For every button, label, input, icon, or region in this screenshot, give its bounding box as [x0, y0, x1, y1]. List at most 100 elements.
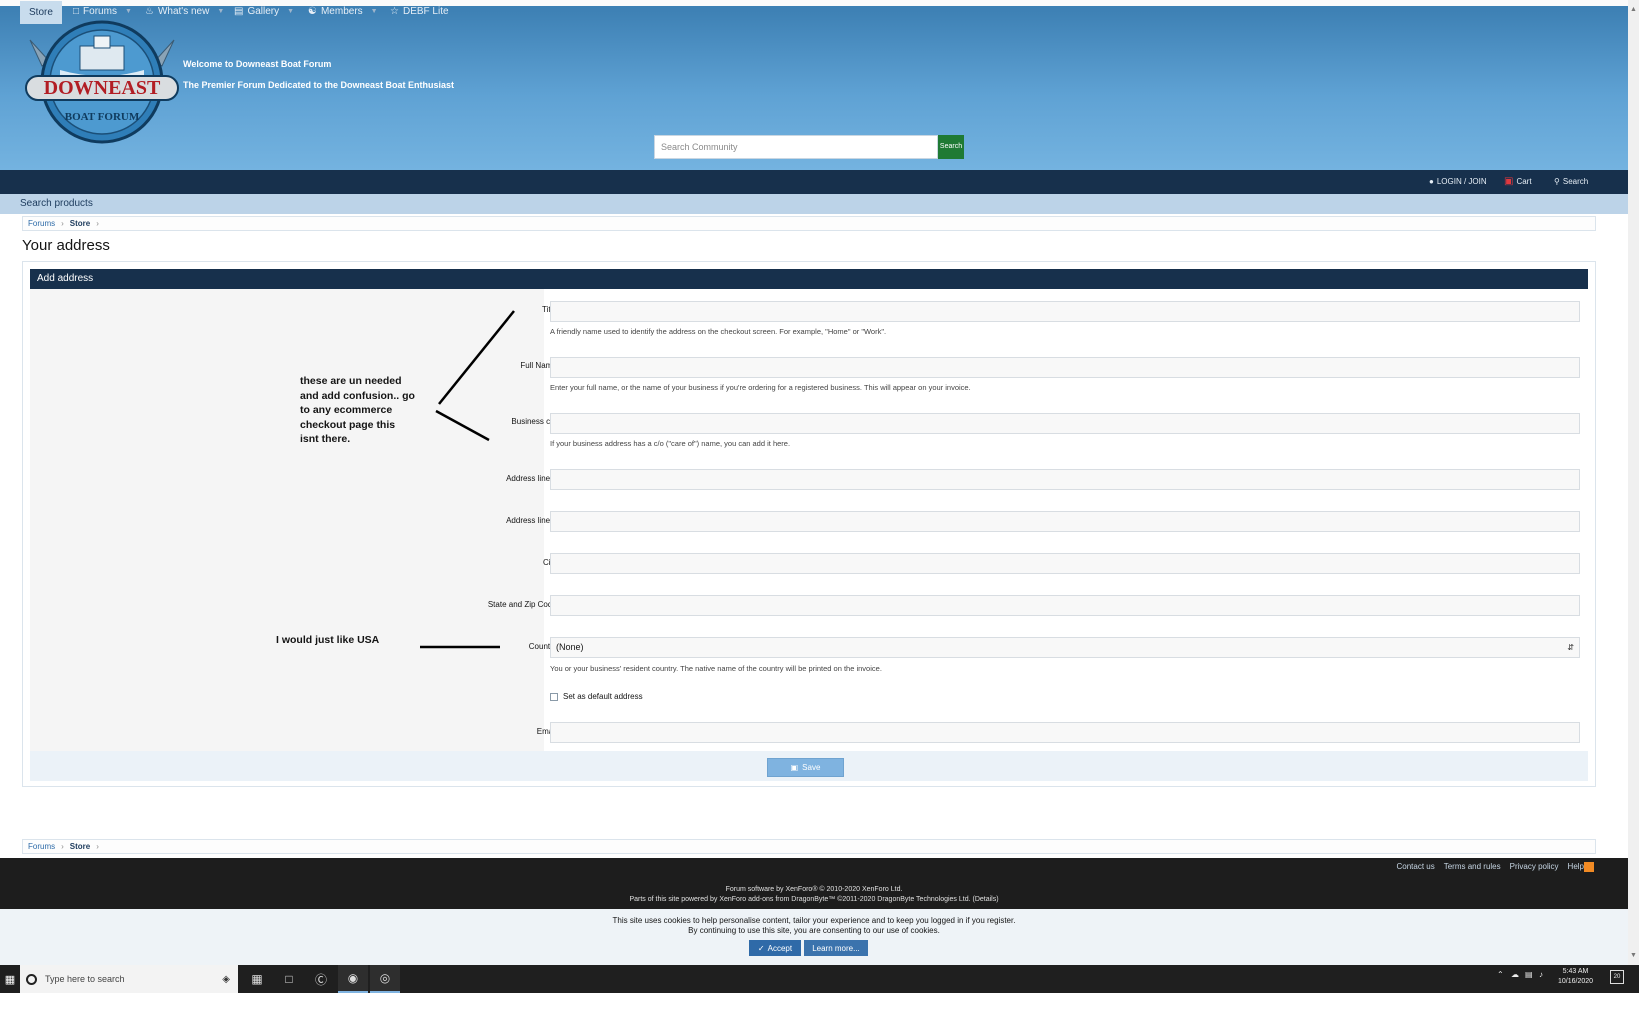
chevron-down-icon[interactable]: ▼	[217, 0, 224, 24]
business-co-input[interactable]	[550, 413, 1580, 434]
country-hint: You or your business' resident country. …	[550, 664, 882, 673]
accept-label: Accept	[767, 943, 793, 953]
annotation-note-line: these are un needed	[300, 375, 402, 387]
tagline-premier: The Premier Forum Dedicated to the Downe…	[183, 80, 455, 90]
nav-tab-store[interactable]: Store	[20, 1, 62, 24]
default-address-checkbox[interactable]	[550, 692, 558, 701]
city-input[interactable]	[550, 553, 1580, 574]
cart-label: Cart	[1516, 177, 1532, 186]
tagline-welcome: Welcome to Downeast Boat Forum	[183, 59, 332, 69]
footer-link-contact[interactable]: Contact us	[1396, 862, 1434, 871]
nav-tab-members[interactable]: ☯ Members ▼	[308, 0, 378, 24]
scroll-up-icon[interactable]: ▲	[1628, 4, 1639, 16]
form-header: Add address	[30, 269, 1588, 289]
store-subnav: Search products	[0, 194, 1628, 214]
footer-link-help[interactable]: Help	[1568, 862, 1584, 871]
breadcrumb-forums[interactable]: Forums	[28, 217, 55, 230]
clock-time: 5:43 AM	[1562, 968, 1589, 975]
save-label: Save	[802, 763, 821, 772]
file-explorer-icon[interactable]: □	[274, 965, 304, 993]
bell-icon: ♨	[145, 6, 154, 17]
copyright-dragonbyte: Parts of this site powered by XenForo ad…	[629, 896, 999, 903]
breadcrumb: Forums › Store ›	[22, 216, 1596, 231]
nav-tab-gallery[interactable]: ▤ Gallery ▼	[234, 0, 294, 24]
footer-links: Contact us Terms and rules Privacy polic…	[1396, 862, 1584, 871]
chevron-down-icon[interactable]: ▼	[371, 0, 378, 24]
edge-browser-icon[interactable]: Ⓒ	[306, 965, 336, 993]
main-nav	[0, 170, 1628, 194]
default-address-label[interactable]: Set as default address	[563, 692, 643, 701]
label-column	[30, 289, 544, 751]
breadcrumb-store[interactable]: Store	[70, 217, 90, 230]
save-icon: ▣	[790, 763, 799, 772]
nav-search-label: Search	[1562, 177, 1589, 186]
rss-icon[interactable]	[1584, 862, 1594, 872]
footer-link-privacy[interactable]: Privacy policy	[1510, 862, 1559, 871]
onedrive-icon[interactable]: ☁	[1511, 970, 1519, 979]
nav-label-whats-new: What's new	[157, 6, 210, 17]
title-hint: A friendly name used to identify the add…	[550, 327, 887, 336]
scroll-down-icon[interactable]: ▼	[1628, 950, 1639, 962]
notification-center-icon[interactable]: 20	[1610, 970, 1624, 984]
login-join-label: LOGIN / JOIN	[1436, 177, 1487, 186]
breadcrumb-separator: ›	[61, 842, 64, 851]
images-icon: ▤	[234, 6, 244, 17]
default-address-row: Set as default address	[550, 692, 643, 701]
business-co-hint: If your business address has a c/o ("car…	[550, 439, 791, 448]
email-input[interactable]	[550, 722, 1580, 743]
cookie-text-2: By continuing to use this site, you are …	[688, 926, 940, 935]
clock-date: 10/16/2020	[1558, 978, 1594, 985]
breadcrumb-separator: ›	[61, 219, 64, 228]
tray-overflow-icon[interactable]: ⌃	[1497, 970, 1504, 979]
cortana-icon	[26, 973, 37, 985]
volume-icon[interactable]: ♪	[1539, 970, 1543, 979]
search-community-input[interactable]: Search Community	[654, 135, 938, 159]
nav-search-link[interactable]: ⚲ Search	[1554, 170, 1588, 194]
microphone-icon[interactable]: ◈	[222, 974, 230, 985]
network-icon[interactable]: ▤	[1525, 970, 1533, 979]
forum-logo[interactable]: DOWNEAST BOAT FORUM	[20, 10, 184, 148]
cart-link[interactable]: ▣ Cart	[1504, 170, 1532, 194]
page: { "header": { "logo_text_top": "DOWNEAST…	[0, 0, 1639, 1024]
select-arrows-icon: ⇵	[1567, 643, 1574, 652]
address-line-2-input[interactable]	[550, 511, 1580, 532]
annotation-note-unneeded: these are un needed and add confusion.. …	[300, 374, 415, 447]
search-icon: ⚲	[1554, 177, 1560, 186]
chevron-down-icon[interactable]: ▼	[287, 0, 294, 24]
full-name-input[interactable]	[550, 357, 1580, 378]
copyright-xenforo: Forum software by XenForo® © 2010-2020 X…	[725, 886, 903, 893]
svg-text:BOAT FORUM: BOAT FORUM	[65, 111, 140, 123]
search-products-link[interactable]: Search products	[20, 198, 93, 209]
chevron-down-icon[interactable]: ▼	[125, 0, 132, 24]
breadcrumb-store[interactable]: Store	[70, 840, 90, 853]
task-view-icon[interactable]: ▦	[242, 965, 272, 993]
nav-tab-forums[interactable]: □ Forums ▼	[73, 0, 132, 24]
login-join-link[interactable]: ● LOGIN / JOIN	[1429, 170, 1487, 194]
nav-tab-debf-lite[interactable]: ☆ DEBF Lite	[390, 0, 449, 24]
outlook-icon[interactable]: ◉	[338, 965, 368, 993]
taskbar-clock[interactable]: 5:43 AM 10/16/2020	[1558, 967, 1593, 987]
taskbar-search-placeholder: Type here to search	[45, 974, 125, 984]
cookie-learn-more-button[interactable]: Learn more...	[804, 940, 868, 956]
lock-icon: ●	[1429, 177, 1434, 186]
state-zip-input[interactable]	[550, 595, 1580, 616]
annotation-note-line: checkout page this	[300, 418, 396, 431]
address-line-1-input[interactable]	[550, 469, 1580, 490]
title-input[interactable]	[550, 301, 1580, 322]
cookie-accept-button[interactable]: ✓ Accept	[749, 940, 801, 956]
country-select[interactable]: (None) ⇵	[550, 637, 1580, 658]
page-scrollbar[interactable]: ▲ ▼	[1628, 0, 1639, 965]
chrome-icon[interactable]: ◎	[370, 965, 400, 993]
nav-tab-whats-new[interactable]: ♨ What's new ▼	[145, 0, 224, 24]
breadcrumb-bottom: Forums › Store ›	[22, 839, 1596, 854]
annotation-note-line: isnt there.	[300, 433, 351, 445]
search-button[interactable]: Search	[938, 135, 964, 159]
page-title: Your address	[22, 237, 110, 254]
windows-start-icon[interactable]: ▦	[0, 965, 20, 993]
save-button[interactable]: ▣ Save	[767, 758, 844, 777]
footer-link-terms[interactable]: Terms and rules	[1444, 862, 1501, 871]
breadcrumb-forums[interactable]: Forums	[28, 840, 55, 853]
nav-label-debf-lite: DEBF Lite	[402, 6, 449, 17]
cart-icon: ▣	[1504, 176, 1514, 187]
taskbar-search-box[interactable]: Type here to search ◈	[20, 965, 238, 993]
